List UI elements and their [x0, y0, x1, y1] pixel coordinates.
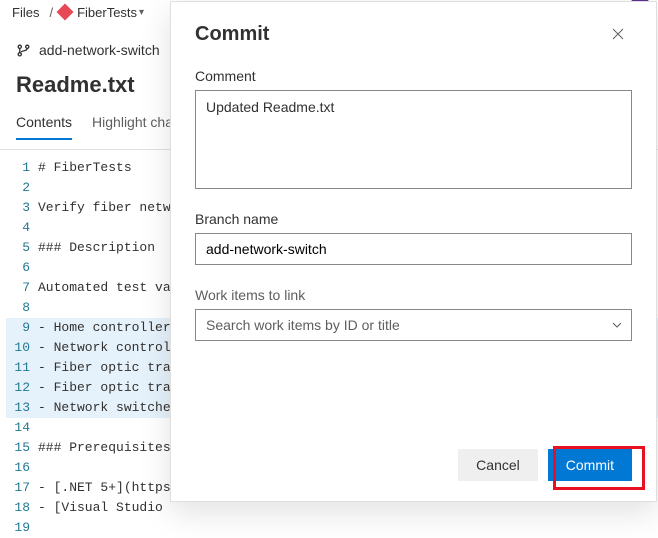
tab-highlight-changes[interactable]: Highlight cha	[92, 114, 173, 140]
chevron-down-icon: ▾	[137, 7, 144, 18]
line-number: 7	[6, 278, 38, 298]
line-number: 18	[6, 498, 38, 518]
branch-name-input[interactable]	[195, 233, 632, 265]
line-number: 11	[6, 358, 38, 378]
commit-dialog: Commit Comment Branch name Work items to…	[170, 1, 657, 502]
tab-contents[interactable]: Contents	[16, 114, 72, 140]
branch-name-label: Branch name	[195, 203, 632, 233]
line-number: 5	[6, 238, 38, 258]
work-items-label: Work items to link	[195, 279, 632, 309]
line-number: 8	[6, 298, 38, 318]
close-button[interactable]	[604, 20, 632, 48]
line-number: 6	[6, 258, 38, 278]
code-text: ### Prerequisites	[38, 438, 171, 458]
breadcrumb-files[interactable]: Files	[8, 5, 43, 20]
line-number: 4	[6, 218, 38, 238]
code-text: ### Description	[38, 238, 155, 258]
line-number: 15	[6, 438, 38, 458]
line-number: 10	[6, 338, 38, 358]
line-number: 12	[6, 378, 38, 398]
work-items-placeholder: Search work items by ID or title	[206, 317, 400, 333]
line-number: 17	[6, 478, 38, 498]
code-text: - Fiber optic tra	[38, 358, 171, 378]
dialog-title: Commit	[195, 23, 269, 46]
work-items-combo[interactable]: Search work items by ID or title	[195, 309, 632, 341]
code-text: Automated test va	[38, 278, 171, 298]
line-number: 1	[6, 158, 38, 178]
code-text: - Home controller	[38, 318, 171, 338]
breadcrumb-repo[interactable]: FiberTests ▾	[59, 5, 144, 20]
code-text: - [.NET 5+](https	[38, 478, 171, 498]
breadcrumb-repo-label: FiberTests	[77, 5, 137, 20]
code-text: - Network control	[38, 338, 171, 358]
line-number: 2	[6, 178, 38, 198]
chevron-down-icon	[611, 319, 623, 331]
line-number: 19	[6, 518, 38, 538]
line-number: 14	[6, 418, 38, 438]
branch-icon	[16, 43, 31, 58]
close-icon	[610, 26, 626, 42]
line-number: 13	[6, 398, 38, 418]
code-line: 19	[6, 518, 658, 538]
line-number: 3	[6, 198, 38, 218]
code-text: - Fiber optic tra	[38, 378, 171, 398]
code-text: Verify fiber netw	[38, 198, 171, 218]
line-number: 16	[6, 458, 38, 478]
commit-button[interactable]: Commit	[548, 449, 632, 481]
comment-input[interactable]	[195, 90, 632, 189]
line-number: 9	[6, 318, 38, 338]
repo-diamond-icon	[57, 4, 74, 21]
branch-name: add-network-switch	[39, 42, 160, 58]
code-text: - Network switche	[38, 398, 171, 418]
comment-label: Comment	[195, 60, 632, 90]
cancel-button[interactable]: Cancel	[458, 449, 538, 481]
code-text: - [Visual Studio	[38, 498, 171, 518]
code-text: # FiberTests	[38, 158, 132, 178]
